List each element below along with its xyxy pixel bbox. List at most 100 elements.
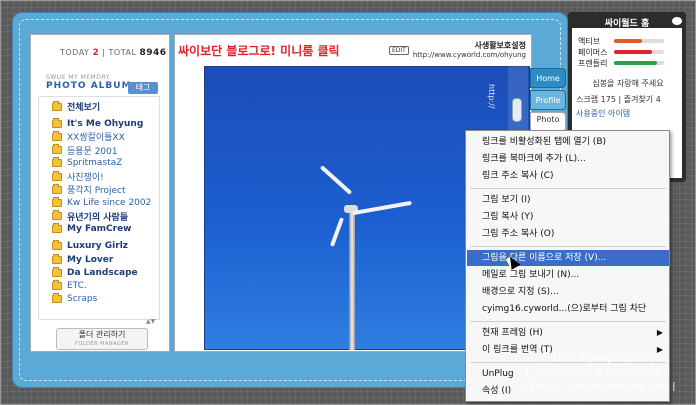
chat-bubble-icon	[672, 17, 682, 25]
context-menu-item[interactable]: 링크를 북마크에 추가 (L)...	[467, 151, 669, 167]
folder-scroll-arrows[interactable]: ▲▼	[146, 318, 155, 325]
menu-item-label: 그림 주소 복사 (O)	[482, 229, 555, 239]
folder-item[interactable]: Da Landscape	[52, 266, 158, 279]
menu-item-label: 그림을 다른 이름으로 저장 (V)...	[482, 253, 607, 263]
folder-icon	[52, 157, 62, 168]
photo-vertical-text: http://	[487, 84, 496, 109]
folder-item[interactable]: Scraps	[52, 293, 158, 306]
folder-icon	[52, 183, 62, 194]
folder-item[interactable]: SpritmastaZ	[52, 157, 158, 170]
sidebar-stats: 스크랩 175 | 즐겨찾기 4	[576, 95, 661, 104]
folder-item[interactable]: Kw Life since 2002	[52, 196, 158, 209]
folder-icon	[52, 144, 62, 155]
folder-icon	[52, 223, 62, 234]
menu-separator	[470, 188, 666, 189]
context-menu-item[interactable]: 링크를 비활성화된 탭에 열기 (B)	[467, 134, 669, 150]
submenu-arrow-icon: ▶	[656, 328, 663, 337]
folder-label: 등용문 2001	[67, 146, 118, 157]
folder-item[interactable]: 사진쟁이!	[52, 170, 158, 183]
folder-item[interactable]: 등용문 2001	[52, 144, 158, 157]
site-url[interactable]: http://www.cyworld.com/ohyung	[402, 51, 526, 59]
scrap-label: 스크랩	[576, 95, 599, 104]
follow-label: 즐겨찾기	[623, 95, 654, 104]
visitor-counter: TODAY 2 | TOTAL 8946	[60, 48, 167, 58]
folder-label: 유년기의 사람들	[67, 212, 129, 223]
tag-button[interactable]: 태그	[128, 82, 158, 94]
credit-line: | It's Ohyung Style |	[541, 354, 655, 364]
stat-track	[614, 61, 664, 65]
folder-manager-button[interactable]: 폴더 관리하기 FOLDER MANAGER	[56, 328, 148, 350]
folder-label: My FamCrew	[67, 224, 132, 235]
folder-item[interactable]: My FamCrew	[52, 223, 158, 236]
folder-label: It's Me Ohyung	[67, 118, 144, 129]
folder-icon	[52, 280, 62, 291]
folder-icon	[52, 196, 62, 207]
folder-icon	[52, 293, 62, 304]
folder-item[interactable]: ETC.	[52, 279, 158, 292]
album-subtitle: SWUE MY MEMORY	[46, 74, 110, 81]
folder-icon	[52, 130, 62, 141]
folder-label: 사진쟁이!	[67, 173, 104, 184]
folder-label: My Lover	[67, 254, 114, 265]
folder-item[interactable]: 유년기의 사람들	[52, 210, 158, 223]
context-menu-item[interactable]: 그림 복사 (Y)	[467, 209, 669, 225]
menu-item-label: 그림 복사 (Y)	[482, 212, 534, 222]
folder-label: Luxury Girlz	[67, 241, 129, 252]
credit-line: | Ohyung.com & Ohyung.net |	[524, 368, 672, 378]
folder-label: 전체보기	[67, 103, 101, 114]
follow-count: 4	[655, 95, 661, 104]
folder-item[interactable]: My Lover	[52, 253, 158, 266]
stat-bar: 페이머스	[578, 47, 676, 57]
menu-item-label: 그림 보기 (I)	[482, 195, 531, 205]
menu-item-label: 속성 (I)	[482, 386, 512, 396]
context-menu-item[interactable]: 그림 보기 (I)	[467, 192, 669, 208]
folder-label: 풍각지 Project	[67, 186, 126, 197]
folder-icon	[52, 253, 62, 264]
context-menu-item[interactable]: 그림을 다른 이름으로 저장 (V)...	[467, 250, 669, 266]
sidebar-message: 심봉을 자랑해 주세요	[592, 79, 664, 88]
folder-icon	[52, 170, 62, 181]
stat-bar: 액티브	[578, 36, 676, 46]
folder-manager-sub: FOLDER MANAGER	[75, 341, 129, 347]
context-menu-item[interactable]: 링크 주소 복사 (C)	[467, 168, 669, 184]
privacy-setting[interactable]: 사생활보호설정	[416, 40, 526, 51]
menu-item-label: 링크를 비활성화된 탭에 열기 (B)	[482, 137, 607, 147]
folder-icon	[52, 210, 62, 221]
menu-item-label: UnPlug	[482, 369, 514, 379]
folder-label: Da Landscape	[67, 267, 138, 278]
context-menu-item[interactable]: 메일로 그림 보내기 (N)...	[467, 267, 669, 283]
folder-label: Scraps	[67, 294, 98, 305]
stat-label: 페이머스	[578, 47, 608, 57]
context-menu-item[interactable]: 배경으로 지정 (S)...	[467, 284, 669, 300]
folder-item[interactable]: 풍각지 Project	[52, 183, 158, 196]
tab-profile[interactable]: Profile	[530, 90, 566, 110]
credits: | It's Ohyung Style | | Ohyung.com & Ohyu…	[516, 352, 680, 394]
folder-item[interactable]: It's Me Ohyung	[52, 117, 158, 130]
tab-photo[interactable]: Photo	[530, 112, 566, 132]
folder-item[interactable]: 전체보기	[52, 100, 158, 113]
today-count: 2	[92, 48, 100, 58]
stat-label: 프렌들리	[578, 58, 608, 68]
headline[interactable]: 싸이보단 블로그로! 미니룸 클릭	[178, 42, 340, 59]
items-in-use-link[interactable]: 사용중인 아이템	[576, 108, 630, 119]
menu-item-label: 배경으로 지정 (S)...	[482, 287, 559, 297]
menu-item-label: 현재 프레임 (H)	[482, 328, 543, 338]
folder-icon	[52, 117, 62, 128]
folder-icon	[52, 266, 62, 277]
context-menu-item[interactable]: 그림 주소 복사 (O)	[467, 226, 669, 242]
folder-icon	[52, 240, 62, 251]
stat-fill	[614, 39, 642, 43]
scroll-thumb[interactable]	[512, 98, 522, 122]
stat-fill	[614, 61, 657, 65]
folder-item[interactable]: XX쌍칼이틀XX	[52, 130, 158, 143]
context-menu-item[interactable]: 현재 프레임 (H) ▶	[467, 325, 669, 341]
context-menu-item[interactable]: cyimg16.cyworld...(으)로부터 그림 차단	[467, 301, 669, 317]
folder-manager-label: 폴더 관리하기	[78, 330, 126, 339]
menu-item-label: 메일로 그림 보내기 (N)...	[482, 270, 580, 280]
menu-separator	[470, 246, 666, 247]
turbine-mast	[349, 210, 355, 350]
stat-bar: 프렌들리	[578, 58, 676, 68]
folder-item[interactable]: Luxury Girlz	[52, 240, 158, 253]
tab-home[interactable]: Home	[530, 68, 566, 88]
folder-label: Kw Life since 2002	[67, 197, 152, 208]
